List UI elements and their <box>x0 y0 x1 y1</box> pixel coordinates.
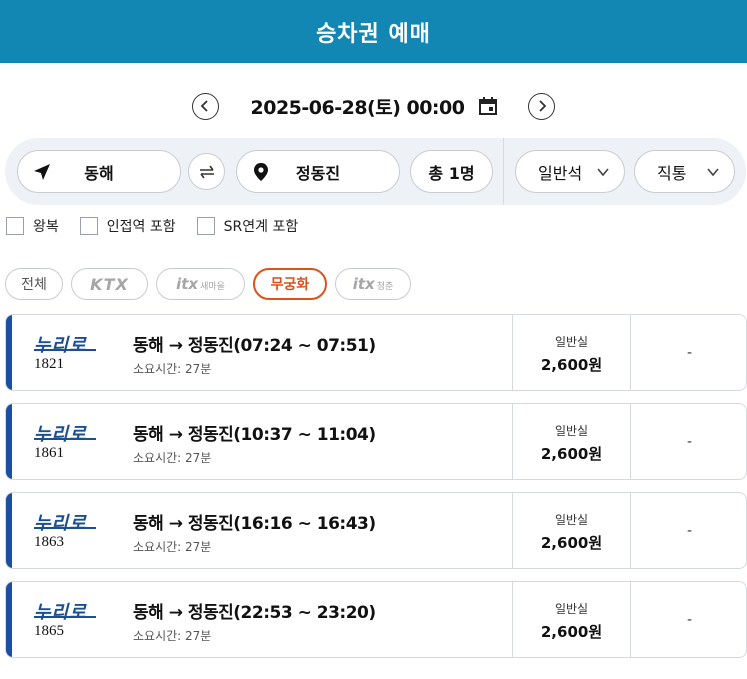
navigation-arrow-icon <box>34 164 50 180</box>
filter-all-label: 전체 <box>21 277 47 293</box>
passenger-count: 총 1명 <box>428 163 475 183</box>
departure-station-field[interactable]: 동해 <box>17 150 181 193</box>
train-duration: 소요시간: 27분 <box>133 540 212 554</box>
train-duration: 소요시간: 27분 <box>133 629 212 643</box>
filter-itx-cheongchun[interactable]: itx 청춘 <box>335 268 411 300</box>
arrival-station: 정동진 <box>295 163 341 183</box>
round-trip-option[interactable]: 왕복 <box>6 216 59 236</box>
train-type-filters: 전체 KTX itx 새마을 무궁화 itx 청춘 <box>5 268 419 300</box>
nearby-station-checkbox[interactable] <box>79 217 98 235</box>
itx-cheongchun-logo: itx 청춘 <box>353 275 394 293</box>
chevron-down-icon <box>707 168 719 177</box>
card-accent <box>6 404 12 479</box>
train-card[interactable]: 누리로 1821 동해 → 정동진(07:24 ~ 07:51) 소요시간: 2… <box>5 314 747 391</box>
passenger-count-button[interactable]: 총 1명 <box>410 150 493 193</box>
departure-station: 동해 <box>84 163 114 183</box>
filter-mugunghwa[interactable]: 무궁화 <box>253 268 327 300</box>
location-pin-icon <box>254 163 268 181</box>
chevron-right-icon <box>539 100 547 112</box>
logo-underline <box>34 438 96 440</box>
app-header: 승차권 예매 <box>0 0 747 63</box>
prev-date-button[interactable] <box>191 92 219 120</box>
train-number: 1821 <box>34 356 64 372</box>
train-route: 동해 → 정동진(07:24 ~ 07:51) <box>133 336 376 356</box>
sr-link-checkbox[interactable] <box>196 217 215 235</box>
logo-underline <box>34 616 96 618</box>
general-seat-button[interactable]: 일반실 2,600원 <box>512 493 630 568</box>
sr-link-option[interactable]: SR연계 포함 <box>196 216 299 236</box>
logo-underline <box>34 527 96 529</box>
general-seat-button[interactable]: 일반실 2,600원 <box>512 315 630 390</box>
train-card[interactable]: 누리로 1861 동해 → 정동진(10:37 ~ 11:04) 소요시간: 2… <box>5 403 747 480</box>
card-accent <box>6 582 12 657</box>
special-seat-cell: - <box>630 315 746 390</box>
calendar-icon[interactable] <box>478 96 498 116</box>
swap-icon <box>199 165 214 178</box>
filter-mugunghwa-label: 무궁화 <box>270 277 310 293</box>
route-type-value: 직통 <box>657 163 687 183</box>
ktx-logo: KTX <box>90 274 129 294</box>
general-seat-button[interactable]: 일반실 2,600원 <box>512 582 630 657</box>
chevron-down-icon <box>597 168 609 177</box>
nearby-station-label: 인접역 포함 <box>106 219 176 235</box>
search-options: 왕복 인접역 포함 SR연계 포함 <box>6 216 319 236</box>
nuriro-logo: 누리로 <box>34 513 87 534</box>
chevron-left-icon <box>200 100 208 112</box>
train-route: 동해 → 정동진(22:53 ~ 23:20) <box>133 603 376 623</box>
general-seat-button[interactable]: 일반실 2,600원 <box>512 404 630 479</box>
seat-class-value: 일반석 <box>538 163 583 183</box>
itx-cheongchun-sub: 청춘 <box>376 282 394 292</box>
train-number: 1861 <box>34 445 64 461</box>
train-card[interactable]: 누리로 1865 동해 → 정동진(22:53 ~ 23:20) 소요시간: 2… <box>5 581 747 658</box>
special-seat-cell: - <box>630 404 746 479</box>
train-route: 동해 → 정동진(16:16 ~ 16:43) <box>133 514 376 534</box>
itx-saemaeul-sub: 새마을 <box>200 282 225 292</box>
page-title: 승차권 예매 <box>316 21 431 47</box>
round-trip-label: 왕복 <box>33 219 59 235</box>
seat-price: 2,600원 <box>540 356 603 374</box>
train-route: 동해 → 정동진(10:37 ~ 11:04) <box>133 425 376 445</box>
logo-underline <box>34 349 96 351</box>
train-list: 누리로 1821 동해 → 정동진(07:24 ~ 07:51) 소요시간: 2… <box>5 314 747 670</box>
seat-class-label: 일반실 <box>554 335 589 349</box>
seat-class-label: 일반실 <box>554 513 589 527</box>
date-selector: 2025-06-28(토) 00:00 <box>0 91 747 121</box>
filter-ktx[interactable]: KTX <box>71 268 148 300</box>
seat-price: 2,600원 <box>540 623 603 641</box>
special-seat-cell: - <box>630 582 746 657</box>
divider <box>503 138 504 205</box>
train-number: 1863 <box>34 534 64 550</box>
round-trip-checkbox[interactable] <box>6 217 24 235</box>
itx-cheongchun-mark: itx <box>352 275 375 293</box>
seat-class-label: 일반실 <box>554 602 589 616</box>
card-accent <box>6 493 12 568</box>
swap-stations-button[interactable] <box>188 153 225 190</box>
seat-class-label: 일반실 <box>554 424 589 438</box>
filter-itx-saemaeul[interactable]: itx 새마을 <box>156 268 245 300</box>
seat-class-select[interactable]: 일반석 <box>515 150 625 193</box>
seat-price: 2,600원 <box>540 445 603 463</box>
train-card[interactable]: 누리로 1863 동해 → 정동진(16:16 ~ 16:43) 소요시간: 2… <box>5 492 747 569</box>
seat-price: 2,600원 <box>540 534 603 552</box>
train-duration: 소요시간: 27분 <box>133 451 212 465</box>
filter-all[interactable]: 전체 <box>5 268 63 300</box>
sr-link-label: SR연계 포함 <box>223 219 299 235</box>
nuriro-logo: 누리로 <box>34 602 87 623</box>
nearby-station-option[interactable]: 인접역 포함 <box>79 216 176 236</box>
route-type-select[interactable]: 직통 <box>634 150 735 193</box>
search-bar: 동해 정동진 총 1명 일반석 직통 <box>5 138 746 205</box>
card-accent <box>6 315 12 390</box>
next-date-button[interactable] <box>528 92 556 120</box>
train-number: 1865 <box>34 623 64 639</box>
itx-saemaeul-logo: itx 새마을 <box>176 275 225 293</box>
nuriro-logo: 누리로 <box>34 424 87 445</box>
itx-saemaeul-mark: itx <box>176 275 199 293</box>
date-text[interactable]: 2025-06-28(토) 00:00 <box>251 93 465 120</box>
arrival-station-field[interactable]: 정동진 <box>236 150 400 193</box>
special-seat-cell: - <box>630 493 746 568</box>
nuriro-logo: 누리로 <box>34 335 87 356</box>
train-duration: 소요시간: 27분 <box>133 362 212 376</box>
